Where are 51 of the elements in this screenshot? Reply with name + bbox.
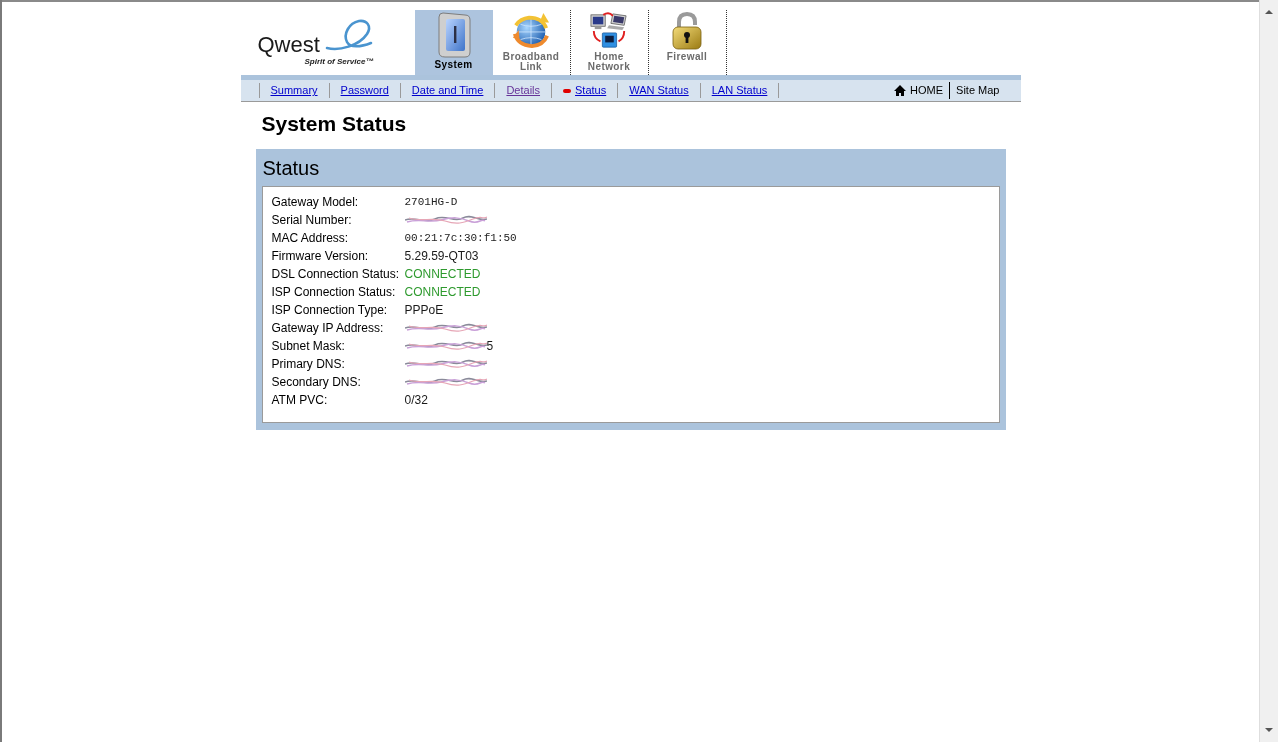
field-value: 5: [486, 339, 494, 353]
globe-icon: [512, 12, 550, 50]
subnav-link[interactable]: Summary: [270, 82, 318, 99]
nav-tab[interactable]: Broadband Link: [492, 10, 571, 75]
subnav-link[interactable]: WAN Status: [629, 82, 689, 99]
field-label: ISP Connection Status:: [271, 285, 397, 299]
field-value: 5.29.59-QT03: [404, 249, 479, 263]
padlock-icon: [670, 12, 704, 50]
redaction-scribble-icon: [404, 341, 487, 351]
home-link[interactable]: HOME: [910, 82, 944, 99]
field-label: Gateway IP Address:: [271, 321, 385, 335]
subnav-link[interactable]: Details: [506, 82, 541, 99]
status-value: CONNECTED: [404, 285, 481, 299]
field-label: Firmware Version:: [271, 249, 370, 263]
field-label: MAC Address:: [271, 231, 350, 245]
page-title: System Status: [261, 111, 407, 137]
subnav-link[interactable]: LAN Status: [711, 82, 768, 99]
field-label: Serial Number:: [271, 213, 353, 227]
field-value: 00:21:7c:30:f1:50: [404, 231, 517, 245]
redaction-scribble-icon: [404, 359, 487, 369]
field-value: PPPoE: [404, 303, 444, 317]
logo-tagline: Spirit of Service™: [304, 57, 374, 67]
subnav-link[interactable]: Date and Time: [411, 82, 484, 99]
nav-tab[interactable]: System: [414, 10, 493, 75]
field-label: ATM PVC:: [271, 393, 329, 407]
field-label: Gateway Model:: [271, 195, 360, 209]
field-label: Subnet Mask:: [271, 339, 346, 353]
nav-tab[interactable]: Home Network: [570, 10, 649, 75]
network-computers-icon: [590, 12, 628, 50]
nav-tab[interactable]: Firewall: [648, 10, 727, 75]
redaction-scribble-icon: [404, 215, 487, 225]
site-map-link[interactable]: Site Map: [956, 82, 1000, 99]
redaction-scribble-icon: [404, 323, 487, 333]
status-value: CONNECTED: [404, 267, 481, 281]
scroll-down-arrow-icon[interactable]: [1265, 728, 1273, 732]
redaction-scribble-icon: [404, 377, 487, 387]
subnav-link[interactable]: Status: [575, 82, 607, 99]
panel-title: Status: [262, 156, 320, 180]
subnav-link[interactable]: Password: [340, 82, 389, 99]
logo-swoosh-icon: [324, 18, 373, 52]
scroll-up-arrow-icon[interactable]: [1265, 10, 1273, 14]
scrollbar[interactable]: [1259, 0, 1278, 742]
field-label: Secondary DNS:: [271, 375, 362, 389]
device-icon: [436, 12, 471, 58]
field-value: 0/32: [404, 393, 428, 407]
field-label: ISP Connection Type:: [271, 303, 389, 317]
field-label: DSL Connection Status:: [271, 267, 401, 281]
logo-wordmark: Qwest: [257, 33, 320, 57]
field-label: Primary DNS:: [271, 357, 346, 371]
field-value: 2701HG-D: [404, 195, 458, 209]
home-icon[interactable]: [894, 85, 907, 96]
